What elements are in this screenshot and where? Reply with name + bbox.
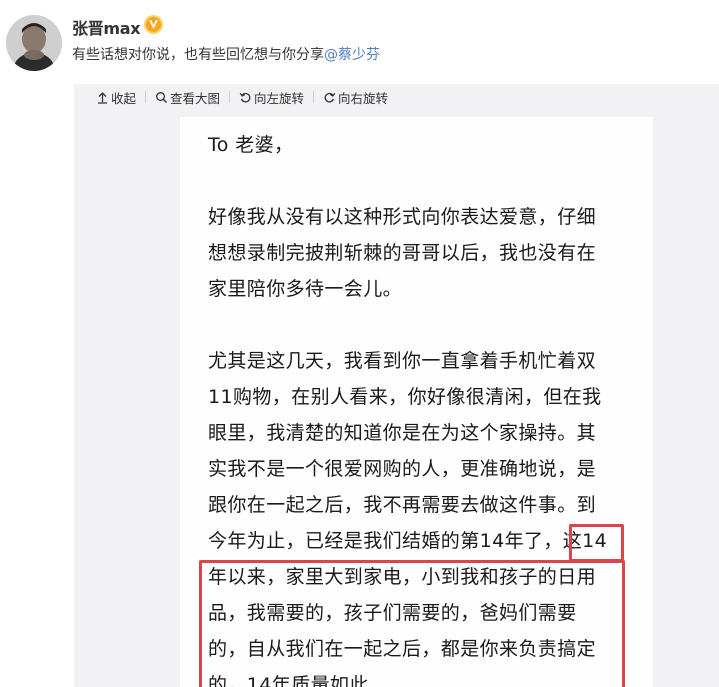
post-body-text: 有些话想对你说，也有些回忆想与你分享	[72, 47, 324, 63]
rotate-left-label: 向左旋转	[254, 90, 305, 106]
image-toolbar: 收起 查看大图 向左旋转 向右旋转	[96, 87, 388, 107]
collapse-icon	[98, 91, 107, 104]
post-text: 有些话想对你说，也有些回忆想与你分享@蔡少芬	[72, 44, 380, 64]
letter-line: 眼里，我清楚的知道你是在为这个家操持。其	[208, 422, 597, 444]
rotate-right-label: 向右旋转	[338, 90, 389, 106]
rotate-left-icon	[239, 92, 251, 103]
author-name[interactable]: 张晋max	[72, 15, 141, 39]
toolbar-divider	[313, 91, 315, 103]
letter-line: 11购物，在别人看来，你好像很清闲，但在我	[208, 386, 602, 408]
toolbar-divider	[229, 91, 231, 103]
rotate-right-button[interactable]: 向右旋转	[323, 88, 388, 107]
letter-line: 跟你在一起之后，我不再需要去做这件事。到	[208, 494, 597, 516]
rotate-right-icon	[324, 92, 336, 103]
letter-line: To 老婆，	[208, 134, 294, 156]
toolbar-divider	[145, 91, 147, 103]
collapse-label: 收起	[111, 90, 137, 106]
letter-line: 实我不是一个很爱网购的人，更准确地说，是	[208, 458, 597, 480]
letter-line: 今年为止，已经是我们结婚的第14年了，这14	[208, 530, 608, 552]
letter-line: 家里陪你多待一会儿。	[208, 278, 403, 300]
letter-line: 想想录制完披荆斩棘的哥哥以后，我也没有在	[208, 242, 597, 264]
verified-badge-icon	[144, 15, 163, 34]
magnifier-icon	[156, 91, 168, 103]
rotate-left-button[interactable]: 向左旋转	[239, 88, 304, 107]
collapse-button[interactable]: 收起	[96, 88, 136, 107]
view-large-button[interactable]: 查看大图	[155, 88, 220, 107]
highlight-box-top	[569, 524, 624, 562]
letter-line: 尤其是这几天，我看到你一直拿着手机忙着双	[208, 350, 597, 372]
letter-line: 好像我从没有以这种形式向你表达爱意，仔细	[208, 206, 597, 228]
mention-link[interactable]: @蔡少芬	[324, 47, 380, 63]
view-large-label: 查看大图	[170, 90, 221, 106]
avatar[interactable]	[6, 15, 62, 71]
highlight-box-main	[199, 560, 625, 687]
